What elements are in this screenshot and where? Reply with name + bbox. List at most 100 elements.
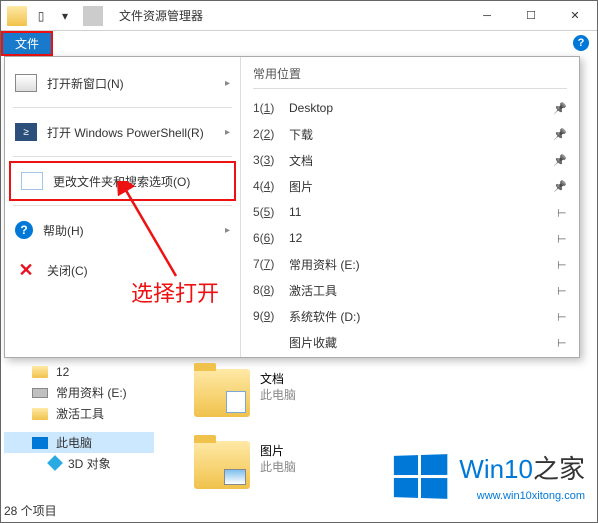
document-icon [226, 391, 246, 413]
tile-subtitle: 此电脑 [260, 459, 296, 475]
nav-pane: 12 常用资料 (E:) 激活工具 此电脑 3D 对象 [4, 361, 154, 473]
tile-caption: 文档 此电脑 [260, 371, 296, 403]
place-name: 图片收藏 [289, 334, 557, 351]
nav-this-pc[interactable]: 此电脑 [4, 432, 154, 453]
pin-icon[interactable]: 📌 [553, 128, 567, 141]
drive-icon [32, 388, 48, 398]
tile-title: 文档 [260, 371, 296, 387]
pin-icon[interactable]: 📌 [553, 154, 567, 167]
place-hotkey: 5(5) [253, 205, 289, 219]
place-name: 11 [289, 205, 557, 219]
menu-label: 打开 Windows PowerShell(R) [47, 124, 204, 141]
watermark: Win10之家 www.win10xitong.com [392, 449, 585, 504]
place-name: 激活工具 [289, 282, 557, 299]
place-hotkey: 7(7) [253, 257, 289, 271]
place-name: 系统软件 (D:) [289, 308, 557, 325]
frequent-place-item[interactable]: 8(8)激活工具⊣ [253, 277, 567, 303]
folder-tile-pictures[interactable] [194, 441, 250, 489]
unpin-icon[interactable]: ⊣ [557, 232, 567, 245]
menu-change-folder-options[interactable]: 更改文件夹和搜索选项(O) [9, 161, 236, 201]
place-name: 文档 [289, 152, 553, 169]
quick-access-toolbar: ▯ ▾ [1, 6, 113, 26]
frequent-place-item[interactable]: 3(3)文档📌 [253, 147, 567, 173]
window-controls: ─ ☐ ✕ [465, 1, 597, 31]
file-menu-panel: 打开新窗口(N) ≥ 打开 Windows PowerShell(R) 更改文件… [4, 56, 580, 358]
frequent-place-item[interactable]: 9(9)系统软件 (D:)⊣ [253, 303, 567, 329]
tile-caption: 图片 此电脑 [260, 443, 296, 475]
frequent-places-header: 常用位置 [253, 65, 567, 89]
titlebar: ▯ ▾ 文件资源管理器 ─ ☐ ✕ [1, 1, 597, 31]
frequent-place-item[interactable]: 6(6)12⊣ [253, 225, 567, 251]
nav-label: 3D 对象 [68, 455, 111, 472]
folder-tile-documents[interactable] [194, 369, 250, 417]
place-hotkey: 6(6) [253, 231, 289, 245]
help-icon: ? [15, 221, 33, 239]
brand-b: 之家 [533, 454, 585, 484]
brand-a: Win10 [459, 454, 533, 484]
pc-icon [32, 437, 48, 449]
nav-label: 此电脑 [56, 434, 92, 451]
options-icon [21, 172, 43, 190]
menu-separator [13, 107, 232, 108]
item-count: 28 个项目 [4, 504, 57, 518]
minimize-button[interactable]: ─ [465, 1, 509, 31]
unpin-icon[interactable]: ⊣ [557, 336, 567, 349]
menu-open-powershell[interactable]: ≥ 打开 Windows PowerShell(R) [5, 112, 240, 152]
frequent-place-item[interactable]: 2(2)下载📌 [253, 121, 567, 147]
menu-help[interactable]: ? 帮助(H) [5, 210, 240, 250]
frequent-place-item[interactable]: 5(5)11⊣ [253, 199, 567, 225]
menu-label: 打开新窗口(N) [47, 75, 124, 92]
place-name: 图片 [289, 178, 553, 195]
unpin-icon[interactable]: ⊣ [557, 310, 567, 323]
menu-close[interactable]: ✕ 关闭(C) [5, 250, 240, 290]
pin-icon[interactable]: 📌 [553, 180, 567, 193]
pin-icon[interactable]: 📌 [553, 102, 567, 115]
ribbon-tab-row: 文件 ? [1, 31, 597, 56]
folder-icon [32, 366, 48, 378]
help-icon[interactable]: ? [573, 35, 589, 51]
file-tab[interactable]: 文件 [1, 31, 53, 56]
nav-label: 激活工具 [56, 405, 104, 422]
place-hotkey: 8(8) [253, 283, 289, 297]
frequent-place-item[interactable]: 图片收藏⊣ [253, 329, 567, 355]
menu-separator [13, 156, 232, 157]
place-name: 常用资料 (E:) [289, 256, 557, 273]
qat-btn-1[interactable]: ▯ [31, 6, 51, 26]
close-button[interactable]: ✕ [553, 1, 597, 31]
menu-label: 更改文件夹和搜索选项(O) [53, 173, 190, 190]
frequent-place-item[interactable]: 1(1)Desktop📌 [253, 95, 567, 121]
maximize-button[interactable]: ☐ [509, 1, 553, 31]
new-window-icon [15, 74, 37, 92]
menu-open-new-window[interactable]: 打开新窗口(N) [5, 63, 240, 103]
unpin-icon[interactable]: ⊣ [557, 258, 567, 271]
nav-label: 12 [56, 365, 69, 379]
unpin-icon[interactable]: ⊣ [557, 284, 567, 297]
place-hotkey: 9(9) [253, 309, 289, 323]
status-bar: 28 个项目 [4, 502, 57, 519]
nav-3d-objects[interactable]: 3D 对象 [4, 453, 154, 473]
nav-item[interactable]: 激活工具 [4, 403, 154, 424]
frequent-place-item[interactable]: 4(4)图片📌 [253, 173, 567, 199]
qat-separator [83, 6, 103, 26]
place-hotkey: 2(2) [253, 127, 289, 141]
folder-icon [32, 408, 48, 420]
place-name: 下载 [289, 126, 553, 143]
frequent-place-item[interactable]: 7(7)常用资料 (E:)⊣ [253, 251, 567, 277]
tile-title: 图片 [260, 443, 296, 459]
place-hotkey: 4(4) [253, 179, 289, 193]
place-name: 12 [289, 231, 557, 245]
place-hotkey: 1(1) [253, 101, 289, 115]
file-menu-list: 打开新窗口(N) ≥ 打开 Windows PowerShell(R) 更改文件… [5, 57, 241, 357]
qat-btn-2[interactable]: ▾ [55, 6, 75, 26]
frequent-places-panel: 常用位置 1(1)Desktop📌2(2)下载📌3(3)文档📌4(4)图片📌5(… [241, 57, 579, 357]
nav-item[interactable]: 常用资料 (E:) [4, 382, 154, 403]
menu-separator [13, 205, 232, 206]
window-title: 文件资源管理器 [113, 7, 465, 24]
nav-item[interactable]: 12 [4, 361, 154, 382]
brand-url: www.win10xitong.com [477, 490, 585, 502]
cube-icon [47, 455, 63, 471]
nav-label: 常用资料 (E:) [56, 384, 127, 401]
close-icon: ✕ [15, 261, 37, 279]
menu-label: 关闭(C) [47, 262, 88, 279]
unpin-icon[interactable]: ⊣ [557, 206, 567, 219]
